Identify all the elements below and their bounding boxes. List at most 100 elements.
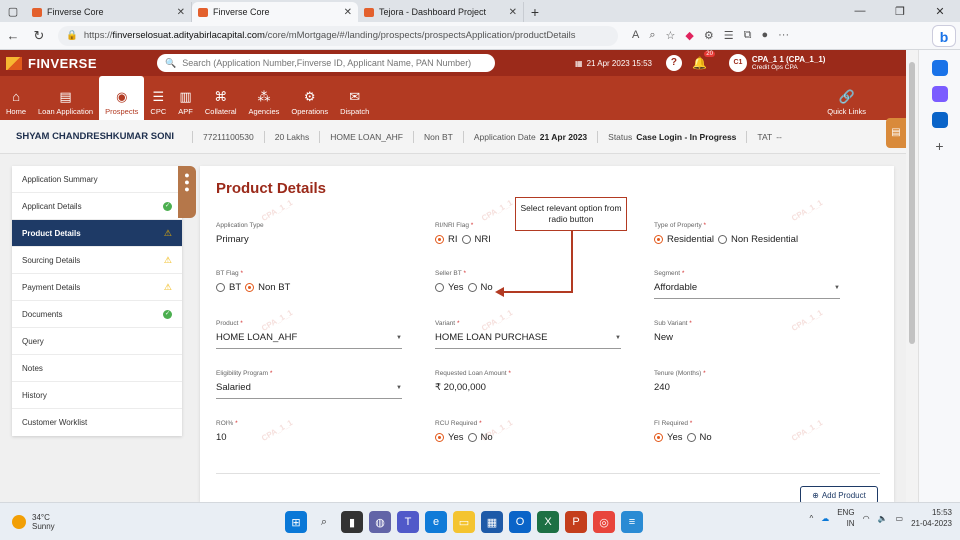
nav-prospects[interactable]: ◉ Prospects [99,76,145,120]
read-aloud-icon[interactable]: A [632,29,639,42]
scrollbar-thumb[interactable] [909,62,915,344]
notepad-icon[interactable]: ≡ [621,511,643,533]
fi-no-radio[interactable] [686,433,696,442]
zoom-icon[interactable]: ⌕ [649,29,655,42]
user-role: Credit Ops CPA [751,63,798,71]
menu-query[interactable]: Query [12,328,182,355]
outlook-icon[interactable]: O [509,511,531,533]
fi-yes-radio[interactable] [654,433,663,442]
global-search[interactable]: 🔍 [157,54,496,72]
residential-radio[interactable] [654,235,663,244]
application-date: 21 Apr 2023 [539,131,588,142]
rcu-no-radio[interactable] [467,433,477,442]
menu-notes[interactable]: Notes [12,355,182,382]
onedrive-icon[interactable]: ☁ [821,514,829,523]
battery-icon[interactable]: ▭ [896,514,904,523]
nav-apf[interactable]: ▥ APF [172,76,199,120]
browser-tab-1[interactable]: Finverse Core ✕ [26,2,192,22]
seller-bt-yes-radio[interactable] [435,283,444,292]
variant-select[interactable]: Variant * HOME LOAN PURCHASE ▼ [435,320,621,349]
product-select[interactable]: Product * HOME LOAN_AHF ▼ [216,320,402,349]
profile-icon[interactable]: ● [761,29,768,42]
teams-icon[interactable]: T [397,511,419,533]
volume-icon[interactable]: 🔈 [878,514,888,523]
language-indicator[interactable]: ENG IN [837,507,854,529]
nav-quick-links[interactable]: 🔗 Quick Links [821,76,872,120]
eligibility-program-select[interactable]: Eligibility Program * Salaried ▼ [216,370,402,399]
document-panel-button[interactable]: ▤ [886,118,906,148]
bing-copilot-icon[interactable]: b [932,25,956,47]
help-icon[interactable]: ? [665,55,682,71]
new-tab-button[interactable]: + [524,2,546,22]
powerpoint-icon[interactable]: P [565,511,587,533]
nav-dispatch[interactable]: ✉ Dispatch [334,76,375,120]
clock[interactable]: 15:53 21-04-2023 [911,507,952,529]
close-tab-icon[interactable]: ✕ [509,7,517,18]
file-explorer-icon[interactable]: ▭ [453,511,475,533]
non-bt-radio[interactable] [245,283,255,292]
search-sidebar-icon[interactable] [931,60,948,76]
store-icon[interactable]: ▦ [481,511,503,533]
start-windows-icon[interactable]: ⊞ [285,511,307,533]
url-field[interactable]: 🔒 https://finverselosuat.adityabirlacapi… [58,25,618,46]
browser-tab-2[interactable]: Finverse Core ✕ [192,2,358,22]
chat-icon[interactable]: ◍ [369,511,391,533]
menu-product-details[interactable]: Product Details ⚠ [12,220,182,247]
search-icon[interactable]: ⌕ [313,511,335,533]
bt-radio[interactable] [216,283,225,292]
minimize-icon[interactable]: — [840,5,880,17]
nav-collateral[interactable]: ⌘ Collateral [199,76,243,120]
extensions-icon[interactable]: ⚙ [704,29,714,42]
favorites-icon[interactable]: ☰ [724,29,734,42]
browser-tab-3[interactable]: Tejora - Dashboard Project ✕ [358,2,524,22]
nav-home[interactable]: ⌂ Home [0,76,32,120]
nri-radio[interactable] [461,235,471,244]
close-window-icon[interactable]: ✕ [920,5,960,18]
collateral-icon: ⌘ [214,89,228,104]
refresh-icon[interactable]: ↻ [26,28,52,44]
restore-icon[interactable]: ❐ [880,5,920,18]
chrome-icon[interactable]: ◎ [593,511,615,533]
notification-bell-icon[interactable]: 🔔 20 [692,51,715,70]
wifi-icon[interactable]: ◠ [863,514,870,523]
close-tab-icon[interactable]: ✕ [344,7,352,18]
favorite-star-icon[interactable]: ☆ [666,29,676,42]
nav-loan-application[interactable]: ▤ Loan Application [32,76,99,120]
menu-customer-worklist[interactable]: Customer Worklist [12,409,182,436]
page-scrollbar[interactable] [906,50,918,502]
weather-widget[interactable]: 34°C Sunny [12,513,55,531]
shield-extension-icon[interactable]: ◆ [685,29,693,42]
add-sidebar-icon[interactable]: + [932,138,948,154]
excel-icon[interactable]: X [537,511,559,533]
menu-documents[interactable]: Documents ✓ [12,301,182,328]
menu-payment-details[interactable]: Payment Details ⚠ [12,274,182,301]
seller-bt-no-radio[interactable] [467,283,477,292]
add-product-button[interactable]: ⊕ Add Product [800,486,878,502]
warning-icon: ⚠ [163,254,172,265]
menu-application-summary[interactable]: Application Summary [12,166,182,193]
finverse-logo[interactable]: FINVERSE [6,56,97,71]
user-profile[interactable]: C1 CPA_1 1 (CPA_1_1) Credit Ops CPA [728,54,825,72]
outlook-sidebar-icon[interactable] [931,112,948,128]
menu-sourcing-details[interactable]: Sourcing Details ⚠ [12,247,182,274]
nav-cpc[interactable]: ☰ CPC [144,76,172,120]
menu-applicant-details[interactable]: Applicant Details ✓ [12,193,182,220]
edge-icon[interactable]: e [425,511,447,533]
back-arrow-icon[interactable]: ← [0,28,26,43]
search-input[interactable] [182,58,488,68]
rcu-yes-radio[interactable] [435,433,444,442]
non-residential-radio[interactable] [718,235,727,244]
segment-select[interactable]: Segment * Affordable ▼ [654,270,840,299]
shopping-sidebar-icon[interactable] [931,86,948,102]
menu-collapse-handle[interactable]: ● ● ● [178,166,196,218]
task-view-icon[interactable]: ▮ [341,511,363,533]
chevron-up-icon[interactable]: ^ [809,514,813,523]
nav-agencies[interactable]: ⁂ Agencies [243,76,286,120]
nav-operations[interactable]: ⚙ Operations [285,76,334,120]
collections-icon[interactable]: ⧉ [744,29,752,42]
more-icon[interactable]: ··· [778,29,789,42]
ri-radio[interactable] [435,235,444,244]
menu-history[interactable]: History [12,382,182,409]
close-tab-icon[interactable]: ✕ [177,7,185,18]
tab-actions-icon[interactable]: ▢ [0,0,26,22]
